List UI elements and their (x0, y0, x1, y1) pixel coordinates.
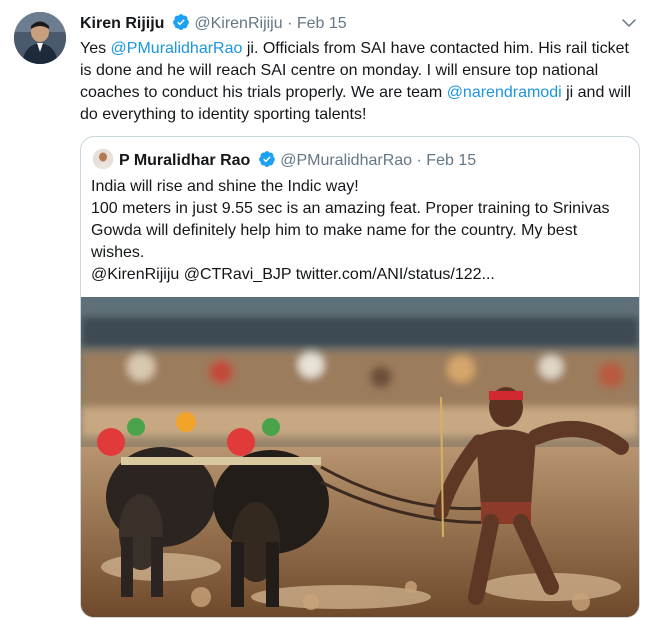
tweet-text: Yes @PMuralidharRao ji. Officials from S… (80, 38, 640, 126)
quoted-tweet-date[interactable]: Feb 15 (426, 152, 476, 169)
quoted-author-avatar[interactable] (93, 149, 113, 169)
chevron-down-icon[interactable] (620, 14, 638, 37)
verified-badge-icon (258, 150, 276, 175)
quoted-author-handle[interactable]: @PMuralidharRao (280, 152, 412, 169)
author-name[interactable]: Kiren Rijiju (80, 15, 164, 32)
tweet-header: Kiren Rijiju @KirenRijiju · Feb 15 (80, 13, 642, 35)
mention-link[interactable]: @PMuralidharRao (111, 40, 243, 57)
author-handle[interactable]: @KirenRijiju (194, 15, 282, 32)
verified-badge-icon (172, 13, 190, 38)
separator-dot: · (416, 152, 422, 169)
quoted-author-name[interactable]: P Muralidhar Rao (119, 152, 250, 169)
quoted-tweet-header: P Muralidhar Rao @PMuralidharRao · Feb 1… (93, 149, 476, 171)
tweet: Kiren Rijiju @KirenRijiju · Feb 15 Yes @… (0, 0, 652, 618)
quoted-text-line: 100 meters in just 9.55 sec is an amazin… (91, 200, 610, 261)
quoted-text-links[interactable]: @KirenRijiju @CTRavi_BJP twitter.com/ANI… (91, 264, 631, 286)
quoted-tweet-text: India will rise and shine the Indic way!… (91, 176, 631, 286)
quoted-tweet[interactable]: P Muralidhar Rao @PMuralidharRao · Feb 1… (80, 136, 640, 618)
tweet-text-part: Yes (80, 40, 111, 57)
quoted-tweet-photo[interactable] (81, 297, 639, 617)
avatar-image (14, 12, 66, 64)
mention-link[interactable]: @narendramodi (447, 84, 562, 101)
author-avatar[interactable] (14, 12, 66, 64)
tweet-date[interactable]: Feb 15 (297, 15, 347, 32)
separator-dot: · (287, 15, 293, 32)
kambala-race-photo (81, 297, 639, 617)
quoted-text-line: India will rise and shine the Indic way! (91, 178, 359, 195)
